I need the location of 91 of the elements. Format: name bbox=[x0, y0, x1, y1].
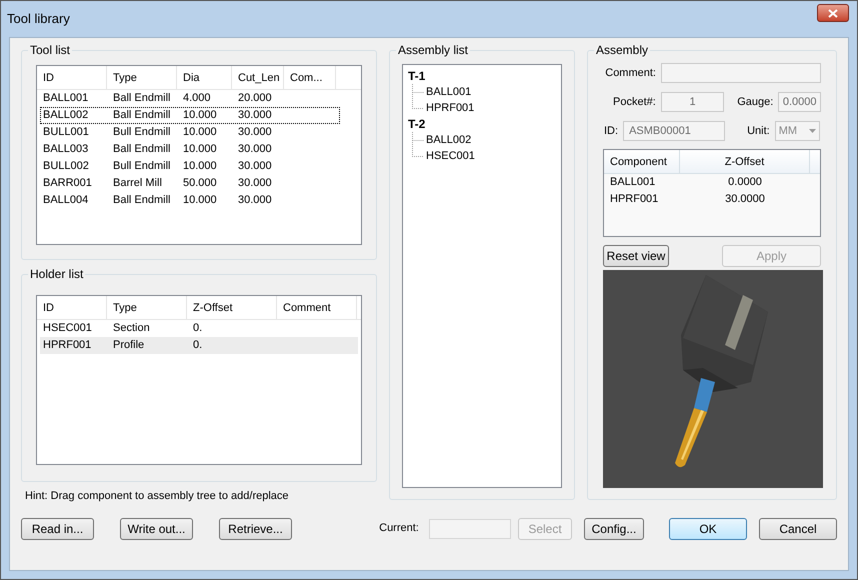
list-row[interactable]: BALL001 Ball Endmill 4.000 20.000 bbox=[40, 90, 340, 107]
tree-item[interactable]: HPRF001 bbox=[426, 100, 474, 116]
table-cell-text: BALL002 bbox=[42, 108, 90, 123]
column-header[interactable]: Type bbox=[107, 66, 177, 89]
column-header[interactable]: Z-Offset bbox=[680, 150, 810, 173]
list-row[interactable]: BALL002 Ball Endmill 10.000 30.000 bbox=[40, 107, 340, 124]
table-cell-text: 0. bbox=[192, 338, 204, 353]
action-button[interactable]: Write out... bbox=[120, 518, 193, 540]
table-cell-text: Ball Endmill bbox=[112, 193, 172, 208]
comment-field[interactable] bbox=[661, 63, 821, 83]
config-button[interactable]: Config... bbox=[584, 518, 644, 540]
id-field[interactable]: ASMB00001 bbox=[623, 121, 726, 141]
list-row[interactable]: BALL004 Ball Endmill 10.000 30.000 bbox=[40, 192, 340, 209]
tree-node[interactable]: T-1 bbox=[406, 68, 428, 84]
table-cell-text: Ball Endmill bbox=[112, 108, 172, 123]
table-cell-text: 10.000 bbox=[182, 142, 218, 157]
table-cell-text: 20.000 bbox=[237, 91, 273, 106]
hint-text: Hint: Drag component to assembly tree to add/replace bbox=[25, 489, 290, 504]
reset-view-button[interactable]: Reset view bbox=[603, 245, 669, 267]
table-cell-text: 30.000 bbox=[237, 125, 273, 140]
field-label: Unit: bbox=[747, 124, 770, 139]
table-cell-text: BALL001 bbox=[42, 91, 90, 106]
window-title: Tool library bbox=[7, 10, 70, 28]
gauge-field[interactable]: 0.0000 bbox=[778, 92, 821, 112]
tree-node[interactable]: T-2 bbox=[406, 116, 428, 132]
column-header[interactable]: ID bbox=[37, 296, 107, 319]
column-header[interactable]: Type bbox=[107, 296, 187, 319]
dialog-button[interactable]: Cancel bbox=[759, 518, 837, 540]
column-header[interactable]: Com... bbox=[284, 66, 336, 89]
column-header[interactable]: ID bbox=[37, 66, 107, 89]
group-title: Assembly bbox=[594, 43, 650, 57]
column-header[interactable]: Comment bbox=[277, 296, 357, 319]
list-row[interactable]: BULL001 Bull Endmill 10.000 30.000 bbox=[40, 124, 340, 141]
table-cell-text: 30.000 bbox=[237, 108, 273, 123]
action-button[interactable]: Read in... bbox=[21, 518, 94, 540]
table-cell-text: HPRF001 bbox=[609, 192, 660, 207]
table-cell-text: 30.000 bbox=[237, 176, 273, 191]
table-cell-text: 30.0000 bbox=[724, 192, 766, 207]
table-cell-text: 30.000 bbox=[237, 193, 273, 208]
tree-item[interactable]: HSEC001 bbox=[426, 148, 475, 164]
field-label: Current: bbox=[379, 521, 419, 536]
caret-icon bbox=[808, 129, 816, 133]
table-cell-text: 10.000 bbox=[182, 108, 218, 123]
table-cell-text: 10.000 bbox=[182, 125, 218, 140]
table-cell-text: Profile bbox=[112, 338, 146, 353]
column-header[interactable]: Z-Offset bbox=[187, 296, 277, 319]
table-cell-text: HPRF001 bbox=[42, 338, 92, 353]
list-row[interactable]: BALL003 Ball Endmill 10.000 30.000 bbox=[40, 141, 340, 158]
tree-item[interactable]: BALL002 bbox=[426, 132, 472, 148]
table-cell-text: Bull Endmill bbox=[112, 159, 172, 174]
action-button[interactable]: Retrieve... bbox=[219, 518, 292, 540]
table-cell-text: 10.000 bbox=[182, 159, 218, 174]
column-header[interactable]: Component bbox=[604, 150, 680, 173]
table-cell-text: BULL001 bbox=[42, 125, 90, 140]
table-cell-text: Section bbox=[112, 321, 151, 336]
field-label: Gauge: bbox=[737, 94, 774, 110]
close-button[interactable] bbox=[817, 4, 849, 22]
table-cell-text: HSEC001 bbox=[42, 321, 93, 336]
dialog-button[interactable]: OK bbox=[669, 518, 747, 540]
table-cell-text: Bull Endmill bbox=[112, 125, 172, 140]
group-title: Tool list bbox=[28, 43, 72, 57]
table-cell-text: 30.000 bbox=[237, 159, 273, 174]
table-cell-text: BALL004 bbox=[42, 193, 90, 208]
table-cell-text: BULL002 bbox=[42, 159, 90, 174]
table-cell-text: 4.000 bbox=[182, 91, 212, 106]
table-cell-text: 0. bbox=[192, 321, 204, 336]
group-title: Holder list bbox=[28, 267, 86, 281]
list-row[interactable]: BARR001 Barrel Mill 50.000 30.000 bbox=[40, 175, 340, 192]
table-cell-text: BALL003 bbox=[42, 142, 90, 157]
current-field[interactable] bbox=[428, 518, 511, 538]
list-row[interactable]: BULL002 Bull Endmill 10.000 30.000 bbox=[40, 158, 340, 175]
table-cell-text: 0.0000 bbox=[727, 175, 763, 190]
column-header[interactable]: Cut_Len bbox=[232, 66, 284, 89]
table-cell-text: 10.000 bbox=[182, 193, 218, 208]
table-cell-text: Barrel Mill bbox=[112, 176, 163, 191]
list-row[interactable]: HPRF001 Profile 0. bbox=[40, 337, 358, 354]
field-label: Pocket#: bbox=[613, 94, 656, 110]
table-cell-text: BARR001 bbox=[42, 176, 93, 191]
table-cell-text: BALL001 bbox=[609, 175, 656, 190]
pocket-field[interactable]: 1 bbox=[660, 92, 724, 112]
tree-item[interactable]: BALL001 bbox=[426, 84, 472, 100]
field-label: Comment: bbox=[605, 66, 656, 81]
table-cell-text: 30.000 bbox=[237, 142, 273, 157]
field-label: ID: bbox=[604, 124, 618, 139]
table-cell-text: Ball Endmill bbox=[112, 91, 172, 106]
table-cell-text: Ball Endmill bbox=[112, 142, 172, 157]
table-cell-text: 50.000 bbox=[182, 176, 218, 191]
close-icon bbox=[828, 8, 838, 18]
column-header[interactable]: Dia bbox=[177, 66, 232, 89]
group-title: Assembly list bbox=[396, 43, 470, 57]
list-row[interactable]: HSEC001 Section 0. bbox=[40, 320, 358, 337]
